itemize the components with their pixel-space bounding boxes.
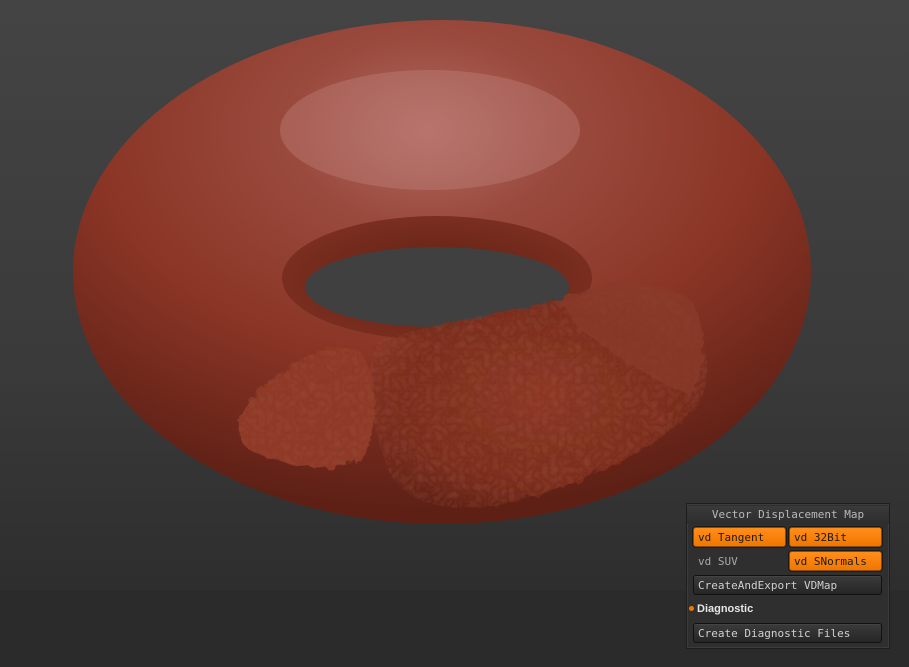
vd-tangent-toggle[interactable]: vd Tangent [693,527,786,547]
torus-highlight [280,70,580,190]
create-and-export-vdmap-button[interactable]: CreateAndExport VDMap [693,575,882,595]
vd-suv-toggle[interactable]: vd SUV [693,551,786,571]
vd-32bit-toggle[interactable]: vd 32Bit [789,527,882,547]
vector-displacement-map-panel: Vector Displacement Map vd Tangent vd 32… [686,503,890,649]
diagnostic-subpalette[interactable]: Diagnostic [689,600,753,618]
zbrush-viewport[interactable]: Vector Displacement Map vd Tangent vd 32… [0,0,909,667]
diagnostic-label: Diagnostic [697,603,754,615]
vd-snormals-toggle[interactable]: vd SNormals [789,551,882,571]
panel-title: Vector Displacement Map [687,506,889,524]
create-diagnostic-files-button[interactable]: Create Diagnostic Files [693,623,882,643]
expand-dot-icon [689,605,694,611]
